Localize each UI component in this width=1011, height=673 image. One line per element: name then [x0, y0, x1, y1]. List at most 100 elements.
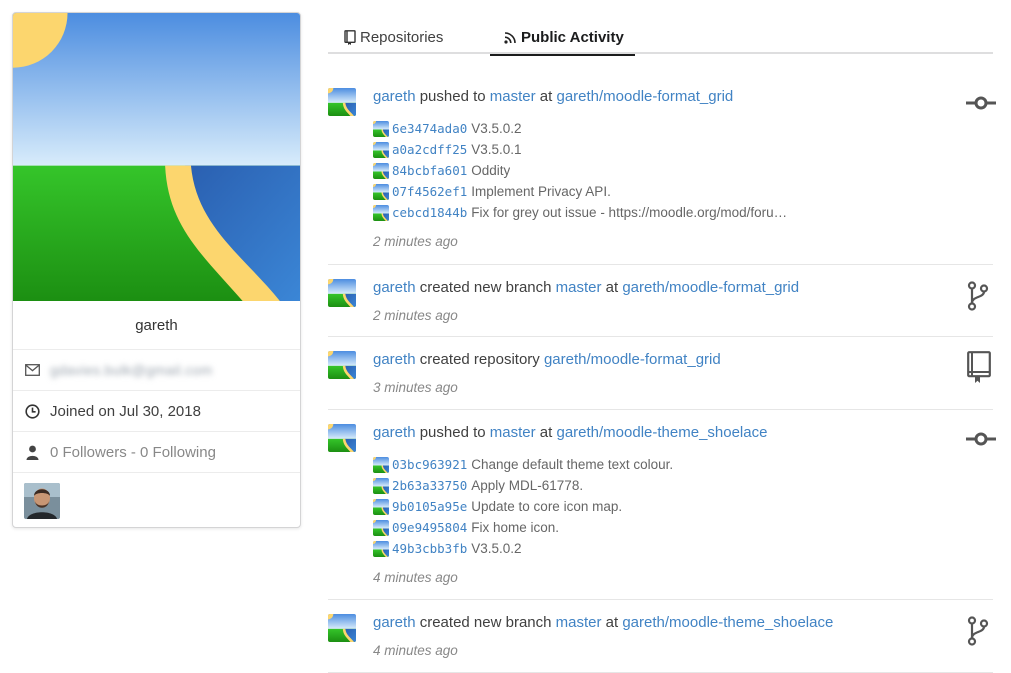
commit-author-avatar — [373, 540, 389, 557]
feed-timestamp: 2 minutes ago — [373, 308, 458, 323]
commit-item: 9b0105a95e Update to core icon map. — [373, 496, 673, 517]
commit-author-avatar — [373, 141, 389, 158]
feed-action-text: pushed to — [419, 88, 486, 105]
feed-item: gareth created new branch master at gare… — [328, 600, 993, 673]
commit-item: 2b63a33750 Apply MDL-61778. — [373, 475, 673, 496]
commit-item: cebcd1844b Fix for grey out issue - https… — [373, 202, 787, 223]
commit-sha-link[interactable]: 49b3cbb3fb — [392, 541, 467, 556]
tab-public-activity-label: Public Activity — [521, 28, 624, 46]
profile-joined-date: Joined on Jul 30, 2018 — [50, 402, 201, 420]
organization-avatar[interactable] — [24, 482, 60, 519]
commit-sha-link[interactable]: 9b0105a95e — [392, 499, 467, 514]
clock-icon — [24, 403, 40, 419]
feed-item-title: gareth created new branch master at gare… — [373, 614, 833, 631]
repo-icon — [967, 351, 991, 386]
commit-message: Oddity — [471, 163, 511, 178]
feed-item-title: gareth pushed to master at gareth/moodle… — [373, 88, 733, 105]
commit-item: 49b3cbb3fb V3.5.0.2 — [373, 538, 673, 559]
feed-item-title: gareth created repository gareth/moodle-… — [373, 351, 721, 368]
commit-item: a0a2cdff25 V3.5.0.1 — [373, 139, 787, 160]
commit-message: Fix for grey out issue - https://moodle.… — [471, 205, 788, 220]
profile-email[interactable]: gdavies.bulk@gmail.com — [50, 362, 212, 378]
tab-repositories-label: Repositories — [360, 28, 444, 46]
user-avatar[interactable] — [328, 279, 356, 307]
branch-link[interactable]: master — [490, 88, 536, 105]
feed-preposition: at — [539, 424, 553, 441]
followers-link[interactable]: 0 Followers — [50, 444, 127, 461]
tab-repositories[interactable]: Repositories — [344, 20, 443, 54]
user-avatar[interactable] — [328, 351, 356, 379]
commit-message: Update to core icon map. — [471, 499, 623, 514]
user-link[interactable]: gareth — [373, 279, 416, 296]
branch-link[interactable]: master — [556, 614, 602, 631]
commit-list: 03bc963921 Change default theme text colo… — [373, 454, 673, 559]
feed-item-title: gareth created new branch master at gare… — [373, 279, 799, 296]
follow-separator: - — [126, 443, 141, 461]
user-link[interactable]: gareth — [373, 88, 416, 105]
feed-timestamp: 4 minutes ago — [373, 643, 458, 658]
user-avatar[interactable] — [328, 614, 356, 642]
feed-item-title: gareth pushed to master at gareth/moodle… — [373, 424, 767, 441]
user-link[interactable]: gareth — [373, 351, 416, 368]
profile-organizations-row — [13, 473, 300, 527]
person-icon — [24, 444, 40, 460]
repo-link[interactable]: gareth/moodle-theme_shoelace — [622, 614, 833, 631]
user-avatar[interactable] — [328, 424, 356, 452]
commit-sha-link[interactable]: 6e3474ada0 — [392, 121, 467, 136]
feed-item: gareth pushed to master at gareth/moodle… — [328, 54, 996, 265]
feed-timestamp: 3 minutes ago — [373, 380, 458, 395]
commit-sha-link[interactable]: 07f4562ef1 — [392, 184, 467, 199]
envelope-icon — [24, 362, 40, 378]
profile-username: gareth — [13, 302, 300, 350]
commit-icon — [966, 432, 996, 449]
repo-link[interactable]: gareth/moodle-format_grid — [556, 88, 733, 105]
commit-message: Change default theme text colour. — [471, 457, 674, 472]
repo-link[interactable]: gareth/moodle-format_grid — [622, 279, 799, 296]
repo-link[interactable]: gareth/moodle-theme_shoelace — [556, 424, 767, 441]
feed-timestamp: 2 minutes ago — [373, 234, 458, 249]
feed-action-text: created new branch — [419, 279, 552, 296]
profile-avatar-image — [13, 13, 300, 301]
profile-tabs: Repositories Public Activity — [328, 20, 993, 56]
branch-link[interactable]: master — [556, 279, 602, 296]
feed-preposition: at — [605, 614, 619, 631]
commit-author-avatar — [373, 162, 389, 179]
feed-action-text: created repository — [419, 351, 540, 368]
commit-item: 07f4562ef1 Implement Privacy API. — [373, 181, 787, 202]
commit-message: V3.5.0.2 — [471, 121, 522, 136]
commit-sha-link[interactable]: 84bcbfa601 — [392, 163, 467, 178]
git-branch-icon — [967, 616, 989, 649]
repo-link[interactable]: gareth/moodle-format_grid — [544, 351, 721, 368]
profile-card: gareth gdavies.bulk@gmail.com Joined on … — [12, 12, 301, 528]
commit-item: 84bcbfa601 Oddity — [373, 160, 787, 181]
feed-preposition: at — [605, 279, 619, 296]
following-link[interactable]: 0 Following — [140, 444, 216, 461]
activity-feed: gareth pushed to master at gareth/moodle… — [328, 54, 996, 673]
commit-list: 6e3474ada0 V3.5.0.2 a0a2cdff25 V3.5.0.1 84… — [373, 118, 787, 223]
branch-link[interactable]: master — [490, 424, 536, 441]
git-branch-icon — [967, 281, 989, 314]
commit-message: Fix home icon. — [471, 520, 560, 535]
feed-item: gareth created new branch master at gare… — [328, 265, 993, 337]
feed-item: gareth pushed to master at gareth/moodle… — [328, 410, 996, 600]
commit-sha-link[interactable]: 2b63a33750 — [392, 478, 467, 493]
feed-preposition: at — [539, 88, 553, 105]
rss-feed-icon — [504, 31, 517, 44]
tab-public-activity[interactable]: Public Activity — [490, 20, 635, 56]
user-link[interactable]: gareth — [373, 424, 416, 441]
commit-sha-link[interactable]: 09e9495804 — [392, 520, 467, 535]
profile-email-row: gdavies.bulk@gmail.com — [13, 350, 300, 391]
profile-joined-row: Joined on Jul 30, 2018 — [13, 391, 300, 432]
commit-icon — [966, 96, 996, 113]
repo-book-icon — [344, 29, 356, 45]
commit-sha-link[interactable]: a0a2cdff25 — [392, 142, 467, 157]
commit-author-avatar — [373, 519, 389, 536]
user-link[interactable]: gareth — [373, 614, 416, 631]
commit-item: 09e9495804 Fix home icon. — [373, 517, 673, 538]
commit-sha-link[interactable]: 03bc963921 — [392, 457, 467, 472]
commit-message: Apply MDL-61778. — [471, 478, 584, 493]
user-avatar[interactable] — [328, 88, 356, 116]
commit-author-avatar — [373, 204, 389, 221]
commit-message: Implement Privacy API. — [471, 184, 611, 199]
commit-sha-link[interactable]: cebcd1844b — [392, 205, 467, 220]
